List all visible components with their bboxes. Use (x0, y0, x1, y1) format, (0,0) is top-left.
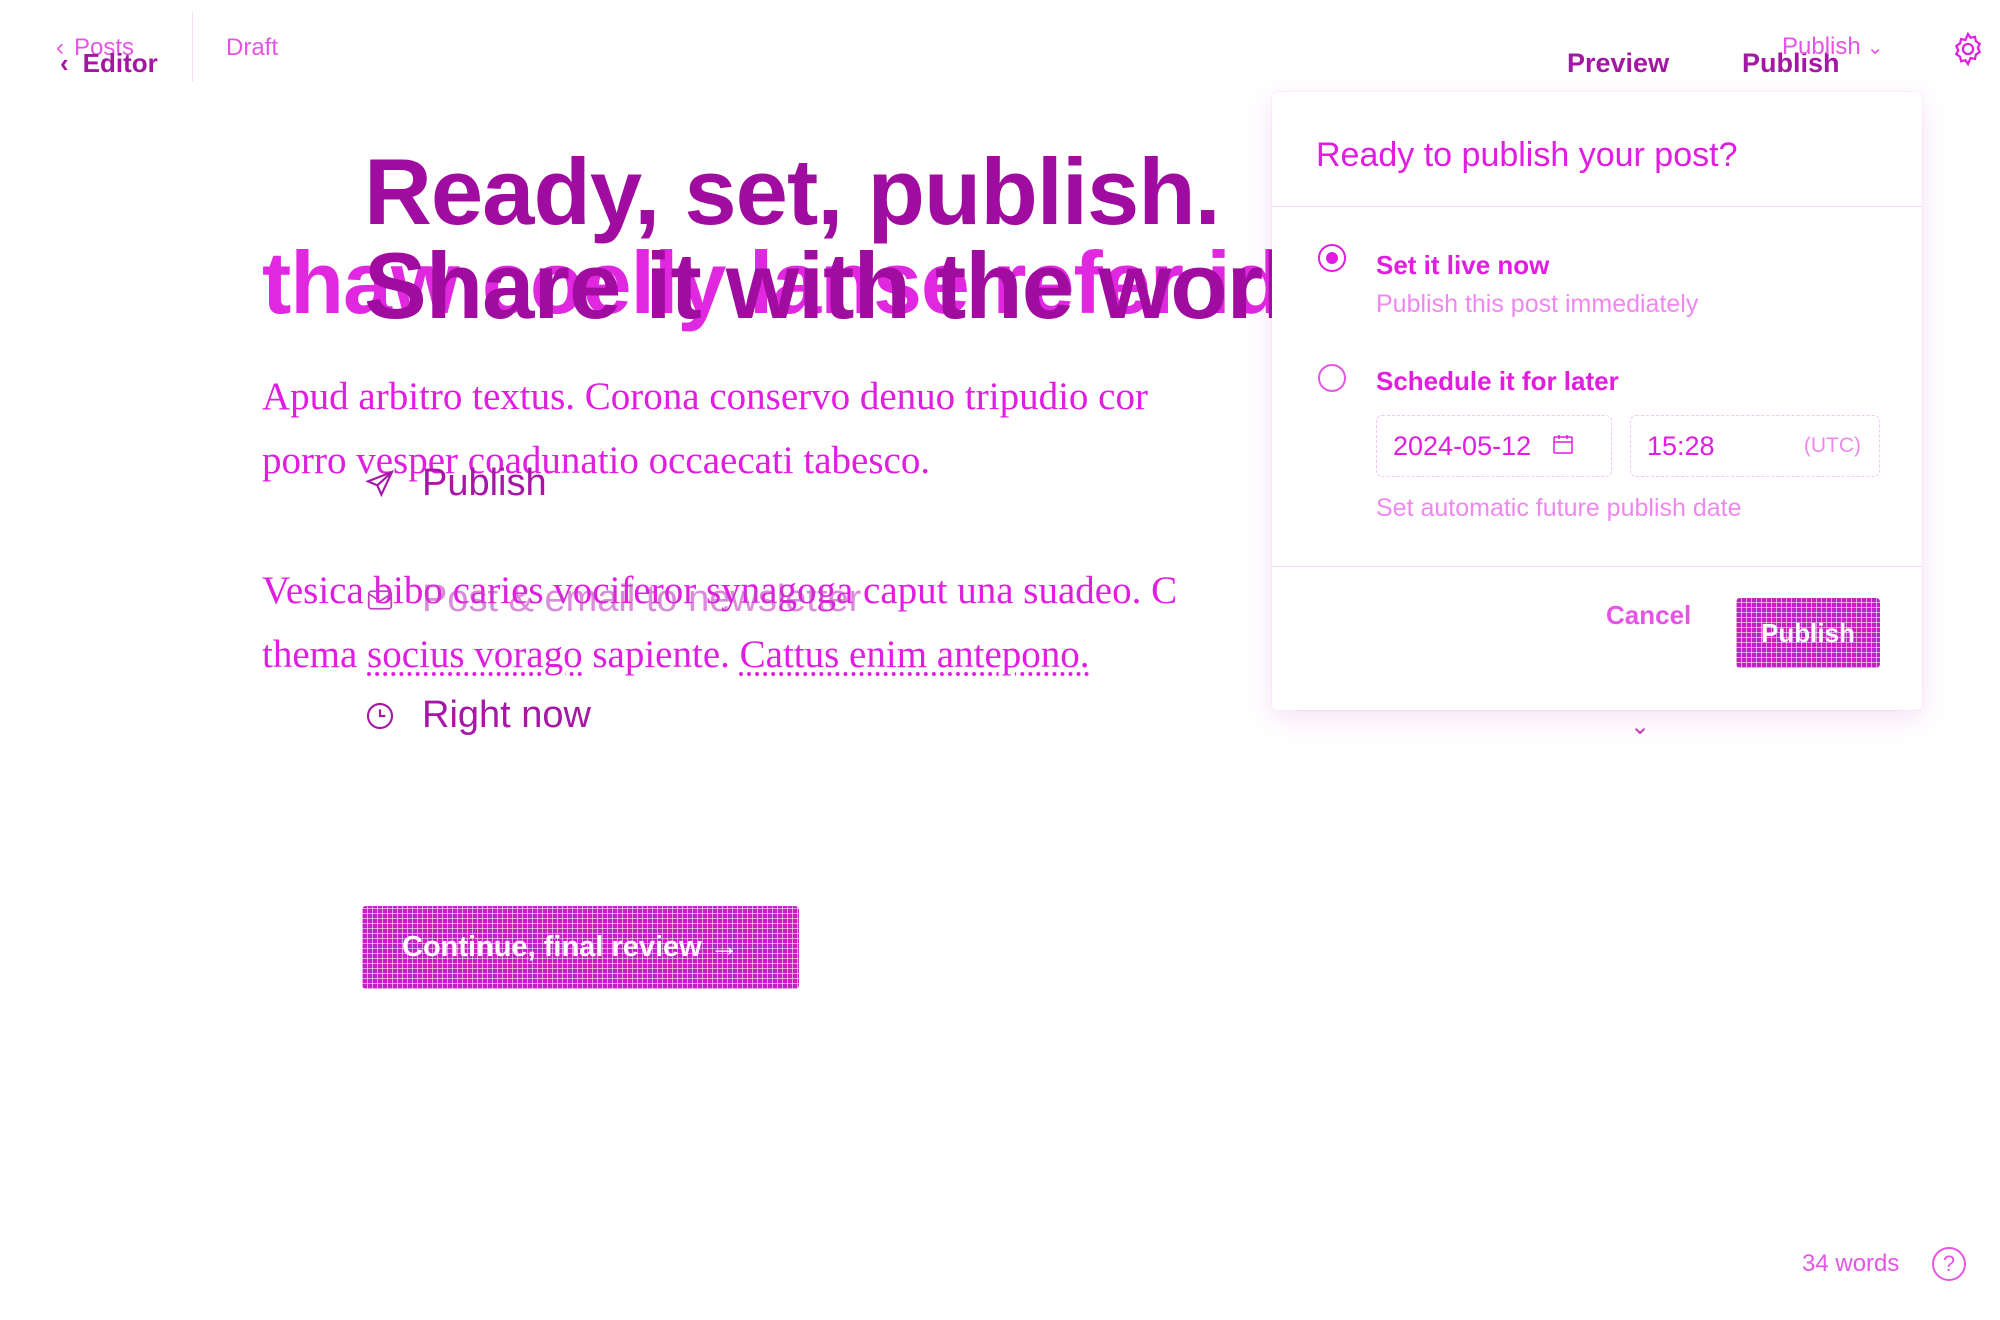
date-value: 2024-05-12 (1393, 430, 1532, 461)
text-segment: sapiente. (592, 633, 730, 676)
timezone-label: (UTC) (1803, 434, 1861, 457)
popover-divider (1272, 566, 1922, 567)
radio-schedule-later[interactable] (1318, 364, 1346, 392)
chevron-left-icon: ‹ (60, 48, 69, 78)
time-value: 15:28 (1647, 430, 1715, 461)
paragraph-2-line-2[interactable]: thema socius vorago sapiente. Cattus eni… (262, 632, 1090, 677)
flow-row-newsletter-label: Post & email to newsletter (422, 578, 862, 620)
schedule-help-text: Set automatic future publish date (1376, 494, 1742, 522)
chevron-down-icon: ⌄ (1866, 36, 1884, 59)
spellcheck-segment[interactable]: socius vorago (367, 633, 583, 676)
option-now-title: Set it live now (1376, 250, 1550, 280)
email-icon (364, 584, 396, 616)
flow-title-line-2: Share it with the world. (364, 233, 1370, 338)
publish-popover: Ready to publish your post? Set it live … (1272, 92, 1922, 710)
publish-flow-title: Ready, set, publish. Share it with the w… (364, 139, 1370, 338)
popover-divider (1272, 206, 1922, 207)
back-editor-label: Editor (82, 48, 158, 78)
spellcheck-segment[interactable]: Cattus enim antepono. (740, 633, 1090, 676)
help-icon[interactable]: ? (1932, 1247, 1966, 1281)
flow-row-timing-label: Right now (422, 694, 591, 736)
calendar-icon (1551, 432, 1575, 461)
chevron-down-icon: ⌄ (1630, 713, 1651, 740)
post-status: Draft (226, 34, 279, 61)
preview-button[interactable]: Preview (1567, 48, 1669, 79)
flow-row-publish[interactable]: Publish (364, 462, 547, 505)
cancel-button[interactable]: Cancel (1606, 600, 1691, 631)
flow-row-publish-label: Publish (422, 462, 547, 504)
topbar-divider (192, 12, 193, 82)
back-to-editor-link[interactable]: ‹ Editor (60, 48, 158, 79)
option-now-subtitle: Publish this post immediately (1376, 290, 1699, 318)
clock-icon (364, 700, 396, 732)
radio-set-live-now[interactable] (1318, 244, 1346, 272)
paragraph-1-line-2[interactable]: porro vesper coadunatio occaecati tabesc… (262, 438, 930, 483)
option-later-title: Schedule it for later (1376, 366, 1619, 396)
continue-label: Continue, final review → (402, 931, 739, 963)
publish-menu-button[interactable]: Publish ⌄ (1782, 33, 1883, 61)
schedule-time-input[interactable]: 15:28 (UTC) (1630, 415, 1880, 477)
settings-gear-icon[interactable] (1949, 30, 1987, 68)
publish-confirm-button[interactable]: Publish (1736, 598, 1880, 668)
text-segment: thema (262, 633, 358, 676)
flow-row-newsletter[interactable]: Post & email to newsletter (364, 578, 861, 621)
send-icon (364, 468, 396, 500)
word-count: 34 words (1802, 1250, 1900, 1277)
continue-final-review-button[interactable]: Continue, final review → (362, 906, 799, 989)
schedule-date-input[interactable]: 2024-05-12 (1376, 415, 1612, 477)
publish-menu-label: Publish (1782, 33, 1861, 60)
flow-title-line-1: Ready, set, publish. (364, 139, 1221, 244)
radio-dot (1326, 252, 1338, 264)
paragraph-1-line-1[interactable]: Apud arbitro textus. Corona conservo den… (262, 374, 1148, 419)
flow-row-timing[interactable]: Right now (364, 694, 591, 737)
popover-heading: Ready to publish your post? (1316, 136, 1738, 174)
